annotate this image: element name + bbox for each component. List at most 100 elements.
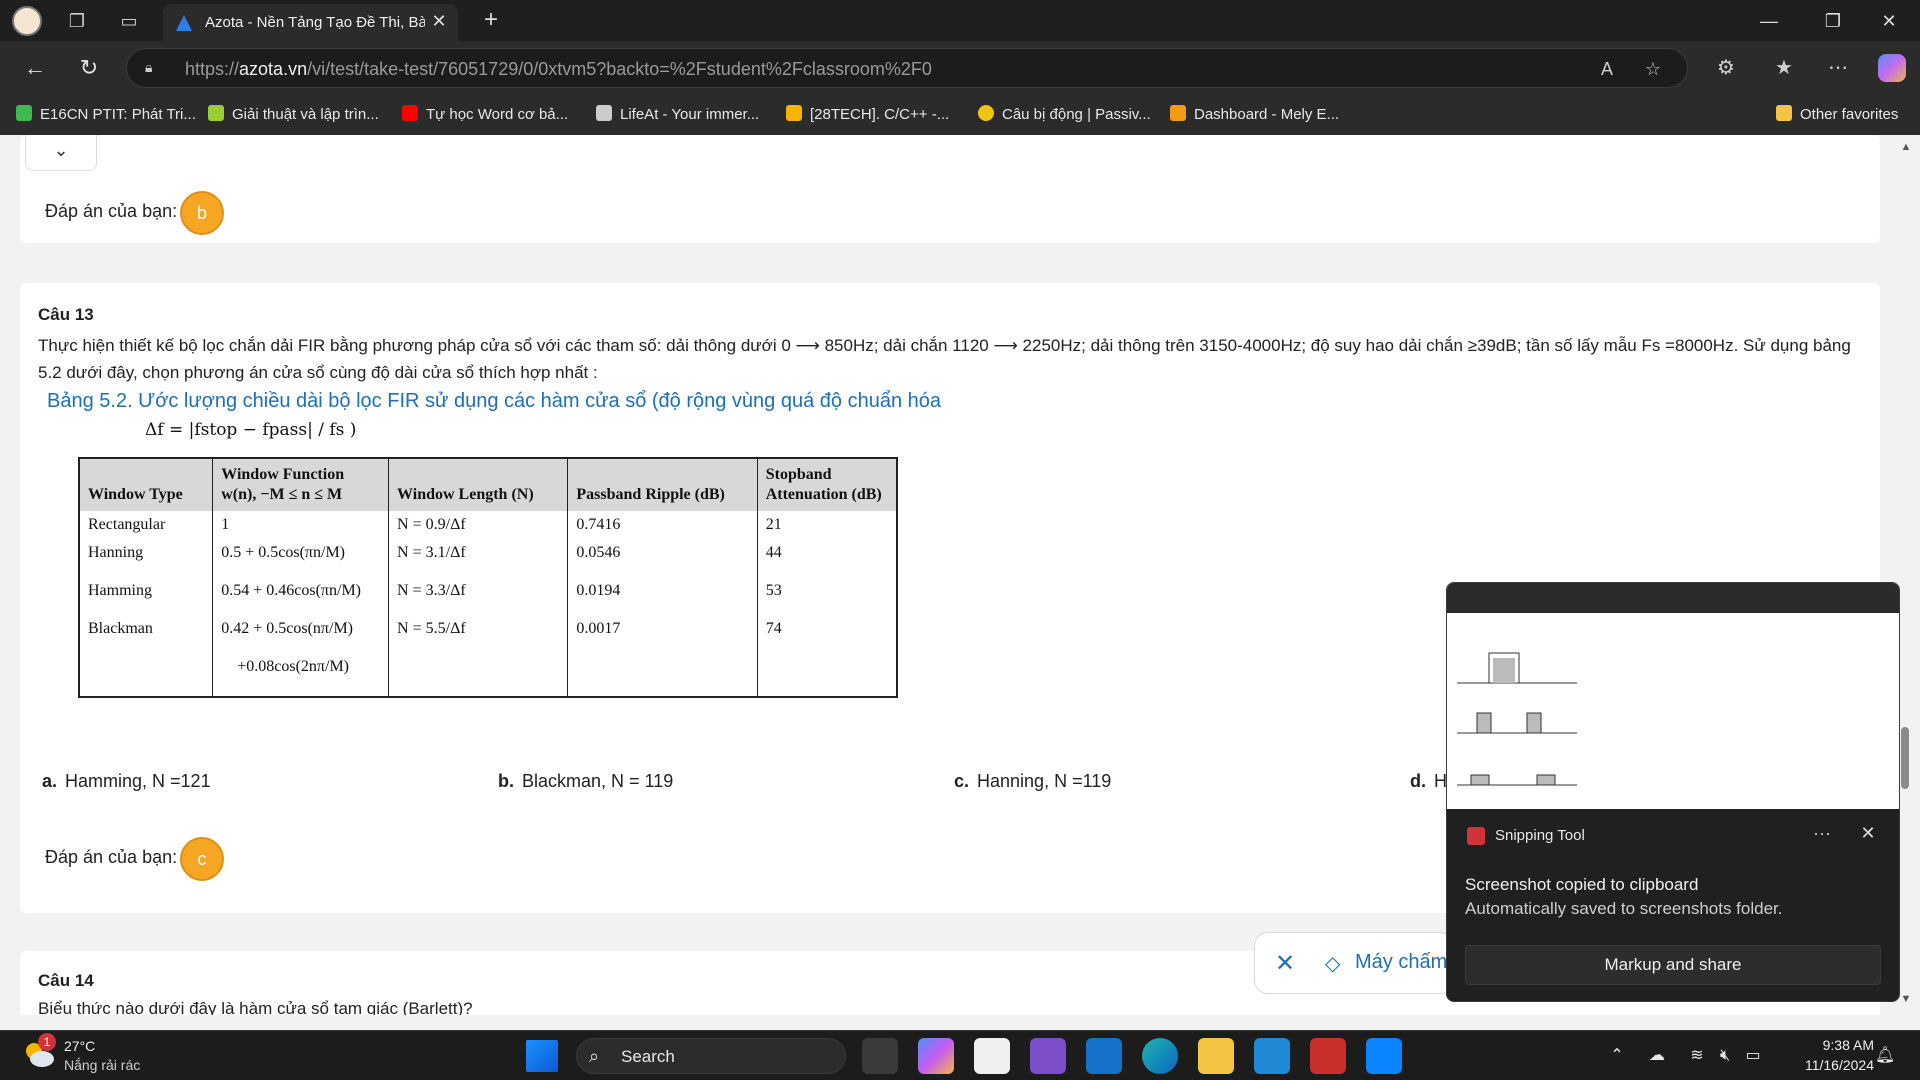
weather-desc[interactable]: Nắng rải rác (64, 1057, 140, 1073)
workspaces-icon[interactable]: ❐ (66, 10, 88, 32)
question-text-line2: 5.2 dưới đây, chọn phương án cửa sổ cùng… (38, 363, 598, 382)
url-text: https://azota.vn/vi/test/take-test/76051… (185, 59, 932, 79)
taskbar-search[interactable]: ⌕ Search (576, 1038, 846, 1074)
address-bar[interactable]: 🔒︎ https://azota.vn/vi/test/take-test/76… (126, 48, 1688, 88)
read-aloud-icon[interactable]: A (1595, 57, 1619, 81)
tab-azota[interactable]: Azota - Nền Tảng Tạo Đề Thi, Bài ✕ (163, 4, 458, 41)
option-c[interactable]: c. Hanning, N =119 (954, 771, 1111, 792)
favorites-icon[interactable]: ★ (1770, 54, 1798, 82)
back-button[interactable]: ← (20, 53, 50, 83)
browser-toolbar: ← ↻ 🔒︎ https://azota.vn/vi/test/take-tes… (0, 41, 1920, 95)
thumbnail-figures (1457, 652, 1577, 786)
option-a[interactable]: a. Hamming, N =121 (42, 771, 211, 792)
tab-title: Azota - Nền Tảng Tạo Đề Thi, Bài (205, 14, 425, 31)
answer-badge: b (180, 191, 224, 235)
vertical-tabs-icon[interactable]: ▭ (118, 10, 140, 32)
tab-close-icon[interactable]: ✕ (428, 10, 450, 32)
question-text-line1: Thực hiện thiết kế bộ lọc chắn dải FIR b… (38, 336, 1851, 355)
favorite-item[interactable]: LifeAt - Your immer... (596, 103, 759, 127)
grader-close-icon[interactable]: ✕ (1275, 949, 1295, 978)
table-cell: 74 (756, 615, 898, 653)
favorite-icon (1170, 105, 1186, 121)
favorite-item[interactable]: E16CN PTIT: Phát Tri... (16, 103, 196, 127)
favorite-item[interactable]: Tự học Word cơ bả... (402, 103, 568, 127)
favorite-star-icon[interactable]: ☆ (1641, 57, 1665, 81)
scroll-down-icon[interactable]: ▼ (1898, 993, 1914, 1007)
start-icon[interactable] (526, 1040, 558, 1072)
minimize-button[interactable]: — (1754, 8, 1784, 34)
show-hidden-icons-icon[interactable]: ⌃ (1606, 1045, 1628, 1067)
favorite-icon (208, 105, 224, 121)
store-icon[interactable] (974, 1038, 1010, 1074)
volume-muted-icon[interactable]: 🔇︎ (1714, 1045, 1736, 1067)
onedrive-icon[interactable]: ☁ (1646, 1045, 1668, 1067)
clock-date[interactable]: 11/16/2024 (1784, 1057, 1874, 1073)
new-tab-button[interactable]: + (478, 8, 504, 34)
grader-label[interactable]: Máy chấm (1355, 951, 1447, 974)
folder-icon (1776, 105, 1792, 121)
copilot-icon[interactable] (1878, 54, 1906, 82)
table-header-row: Window Type Window Function w(n), −M ≤ n… (78, 458, 898, 511)
lock-icon[interactable]: 🔒︎ (145, 59, 161, 77)
question-text: Biểu thức nào dưới đây là hàm cửa sổ tam… (38, 999, 473, 1015)
dev-cpp-icon[interactable] (1310, 1038, 1346, 1074)
visual-studio-icon[interactable] (1030, 1038, 1066, 1074)
favorite-item[interactable]: [28TECH]. C/C++ -... (786, 103, 949, 127)
option-d[interactable]: d. H (1410, 771, 1447, 792)
favorite-icon (596, 105, 612, 121)
collapse-chevron-icon[interactable]: ⌄ (25, 135, 97, 171)
favorite-item[interactable]: Dashboard - Mely E... (1170, 103, 1339, 127)
clock-time[interactable]: 9:38 AM (1804, 1037, 1874, 1053)
task-view-icon[interactable] (862, 1038, 898, 1074)
favorite-icon (978, 105, 994, 121)
wifi-icon[interactable]: ≋ (1686, 1045, 1708, 1067)
table-cell: 0.54 + 0.46cos(πn/M) (212, 577, 390, 615)
notification-bell-icon[interactable]: 🔔︎ (1874, 1045, 1896, 1067)
toast-more-icon[interactable]: ··· (1809, 823, 1835, 847)
copilot-app-icon[interactable] (918, 1038, 954, 1074)
table-cell: 0.5 + 0.5cos(πn/M) (212, 539, 390, 577)
favorite-item[interactable]: Câu bị động | Passiv... (978, 103, 1151, 127)
table-row: Hanning 0.5 + 0.5cos(πn/M) N = 3.1/Δf 0.… (78, 539, 898, 577)
thumbnail-chrome (1447, 583, 1899, 613)
table-cell: 1 (212, 511, 390, 539)
more-menu-icon[interactable]: ⋯ (1824, 54, 1852, 82)
favorite-icon (16, 105, 32, 121)
favorite-item[interactable]: Giải thuật và lập trìn... (208, 103, 379, 127)
file-explorer-icon[interactable] (1198, 1038, 1234, 1074)
profile-avatar[interactable] (12, 6, 42, 36)
table-header: Passband Ripple (dB) (567, 458, 758, 511)
table-cell: Blackman (78, 615, 214, 653)
extensions-icon[interactable]: ⚙ (1712, 54, 1740, 82)
edge-icon[interactable] (1142, 1038, 1178, 1074)
scroll-up-icon[interactable]: ▲ (1898, 141, 1914, 155)
refresh-button[interactable]: ↻ (74, 53, 104, 83)
table-cell: N = 3.3/Δf (388, 577, 569, 615)
other-favorites[interactable]: Other favorites (1776, 103, 1898, 127)
table-cell (388, 653, 569, 697)
grader-panel[interactable]: ✕ ◇ Máy chấm (1254, 932, 1454, 994)
delta-f-formula: Δf = |fstop − fpass| / fs ) (145, 420, 357, 440)
table-cell: Hanning (78, 539, 214, 577)
screenshot-thumbnail[interactable] (1447, 583, 1899, 809)
table-cell: N = 0.9/Δf (388, 511, 569, 539)
zalo-icon[interactable] (1366, 1038, 1402, 1074)
maximize-button[interactable]: ❐ (1818, 8, 1848, 34)
search-label: Search (621, 1047, 675, 1066)
scrollbar-thumb[interactable] (1901, 727, 1909, 789)
window-table: Window Type Window Function w(n), −M ≤ n… (78, 457, 898, 698)
table-row: Blackman 0.42 + 0.5cos(nπ/M) N = 5.5/Δf … (78, 615, 898, 653)
close-window-button[interactable]: ✕ (1874, 8, 1904, 34)
markup-and-share-button[interactable]: Markup and share (1465, 945, 1881, 985)
table-cell: 0.0546 (567, 539, 758, 577)
option-b[interactable]: b. Blackman, N = 119 (498, 771, 673, 792)
table-header: Window Length (N) (388, 458, 569, 511)
table-header: Stopband Attenuation (dB) (756, 458, 898, 511)
vscode-icon[interactable] (1254, 1038, 1290, 1074)
table-cell: +0.08cos(2nπ/M) (212, 653, 390, 697)
weather-temp[interactable]: 27°C (64, 1038, 95, 1054)
battery-icon[interactable]: ▭ (1742, 1045, 1764, 1067)
table-cell: 0.0194 (567, 577, 758, 615)
outlook-icon[interactable] (1086, 1038, 1122, 1074)
toast-close-icon[interactable]: ✕ (1855, 823, 1881, 847)
